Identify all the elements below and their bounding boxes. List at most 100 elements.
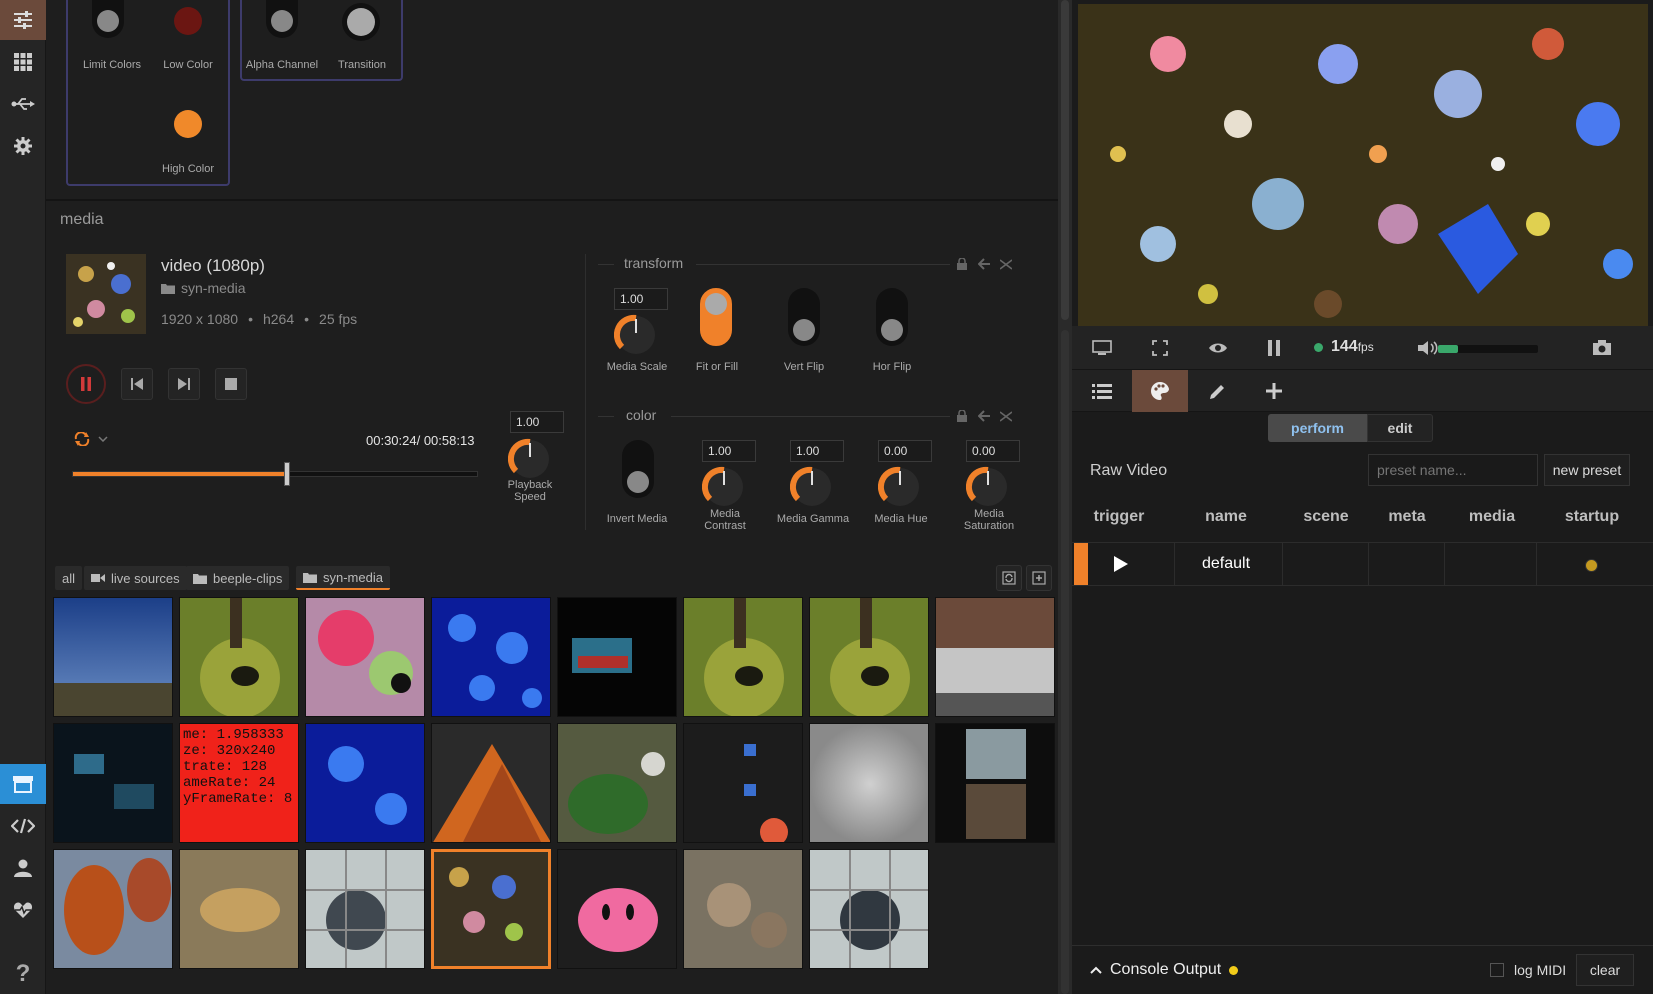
skip-forward-button[interactable]	[168, 368, 200, 400]
scrubber-handle[interactable]	[284, 462, 291, 486]
stop-button[interactable]	[215, 368, 247, 400]
shuffle-icon[interactable]	[1000, 258, 1012, 270]
vert-flip-toggle[interactable]	[788, 288, 820, 346]
media-thumbnail[interactable]	[53, 849, 173, 969]
add-media-button[interactable]	[1026, 565, 1052, 591]
contrast-knob[interactable]	[701, 465, 746, 509]
fullscreen-icon[interactable]	[1140, 332, 1180, 364]
hue-knob[interactable]	[877, 465, 922, 509]
saturation-knob[interactable]	[965, 465, 1010, 509]
usb-icon[interactable]	[0, 84, 46, 124]
media-thumbnail[interactable]	[557, 849, 677, 969]
console-toggle[interactable]: Console Output	[1090, 961, 1239, 979]
left-scrollbar[interactable]	[1058, 0, 1072, 994]
media-thumbnail[interactable]	[431, 597, 551, 717]
code-icon[interactable]	[0, 806, 46, 846]
preset-row[interactable]: default	[1072, 542, 1653, 586]
saturation-value[interactable]: 0.00	[966, 440, 1020, 462]
reset-arrow-icon[interactable]	[978, 410, 990, 422]
sliders-icon[interactable]	[0, 0, 46, 40]
hue-value[interactable]: 0.00	[878, 440, 932, 462]
media-scale-value[interactable]: 1.00	[614, 288, 668, 310]
library-tab-beeple-clips[interactable]: beeple-clips	[186, 566, 290, 590]
clear-console-button[interactable]: clear	[1576, 954, 1634, 986]
lock-icon[interactable]	[956, 410, 968, 422]
storefront-icon[interactable]	[0, 764, 46, 804]
shuffle-icon[interactable]	[1000, 410, 1012, 422]
eye-icon[interactable]	[1198, 332, 1238, 364]
invert-media-toggle[interactable]	[622, 440, 654, 498]
media-thumbnail[interactable]	[809, 723, 929, 843]
pause-button[interactable]	[66, 364, 106, 404]
camera-snapshot-icon[interactable]	[1582, 332, 1622, 364]
media-thumbnail[interactable]	[53, 723, 173, 843]
edit-tab[interactable]: edit	[1367, 414, 1433, 442]
media-thumbnail-selected[interactable]	[431, 849, 551, 969]
media-thumbnail[interactable]: me: 1.958333 ze: 320x240 trate: 128 ameRate…	[179, 723, 299, 843]
media-thumbnail[interactable]	[305, 723, 425, 843]
media-thumbnail[interactable]	[935, 723, 1055, 843]
list-icon[interactable]	[1074, 370, 1130, 412]
media-thumbnail[interactable]	[179, 849, 299, 969]
fit-or-fill-toggle[interactable]	[700, 288, 732, 346]
gamma-value[interactable]: 1.00	[790, 440, 844, 462]
library-tab-syn-media[interactable]: syn-media	[296, 566, 390, 590]
transition-toggle[interactable]	[342, 3, 380, 41]
col-media[interactable]: media	[1447, 508, 1537, 526]
col-startup[interactable]: startup	[1542, 508, 1642, 526]
media-thumbnail[interactable]	[935, 597, 1055, 717]
contrast-value[interactable]: 1.00	[702, 440, 756, 462]
perform-tab[interactable]: perform	[1268, 414, 1367, 442]
col-scene[interactable]: scene	[1286, 508, 1366, 526]
lock-icon[interactable]	[956, 258, 968, 270]
gamma-knob[interactable]	[789, 465, 834, 509]
col-meta[interactable]: meta	[1372, 508, 1442, 526]
media-thumbnail[interactable]	[305, 849, 425, 969]
limit-colors-toggle[interactable]	[92, 0, 124, 38]
skip-back-button[interactable]	[121, 368, 153, 400]
playback-speed-knob[interactable]	[507, 437, 552, 481]
playback-speed-value[interactable]: 1.00	[510, 411, 564, 433]
help-icon[interactable]: ?	[0, 954, 46, 994]
media-thumbnail[interactable]	[557, 597, 677, 717]
library-tab-live-sources[interactable]: live sources	[84, 566, 187, 590]
palette-icon[interactable]	[1132, 370, 1188, 412]
media-thumbnail[interactable]	[683, 849, 803, 969]
gear-icon[interactable]	[0, 126, 46, 166]
reset-arrow-icon[interactable]	[978, 258, 990, 270]
hor-flip-toggle[interactable]	[876, 288, 908, 346]
preset-name-input[interactable]	[1368, 454, 1538, 486]
volume-slider[interactable]	[1438, 345, 1538, 353]
media-thumbnail[interactable]	[305, 597, 425, 717]
media-thumbnail[interactable]	[683, 597, 803, 717]
media-thumbnail[interactable]	[179, 597, 299, 717]
play-preset-icon[interactable]	[1114, 556, 1128, 575]
media-scale-knob[interactable]	[613, 313, 658, 357]
media-thumbnail[interactable]	[557, 723, 677, 843]
media-thumbnail[interactable]	[683, 723, 803, 843]
heart-pulse-icon[interactable]	[0, 890, 46, 930]
refresh-library-button[interactable]	[996, 565, 1022, 591]
low-color-swatch[interactable]	[174, 7, 202, 35]
pencil-icon[interactable]	[1190, 370, 1246, 412]
user-icon[interactable]	[0, 848, 46, 888]
transform-actions	[956, 258, 1012, 270]
loop-mode-select[interactable]	[74, 432, 108, 446]
media-thumbnail[interactable]	[431, 723, 551, 843]
col-trigger[interactable]: trigger	[1076, 508, 1162, 526]
monitor-icon[interactable]	[1082, 332, 1122, 364]
media-thumbnail[interactable]	[53, 597, 173, 717]
startup-radio[interactable]	[1585, 559, 1598, 572]
pause-preview-icon[interactable]	[1254, 332, 1294, 364]
log-midi-checkbox[interactable]	[1490, 963, 1504, 977]
col-name[interactable]: name	[1176, 508, 1276, 526]
plus-icon[interactable]	[1246, 370, 1302, 412]
grid-icon[interactable]	[0, 42, 46, 82]
alpha-channel-toggle[interactable]	[266, 0, 298, 38]
media-thumbnail[interactable]	[809, 597, 929, 717]
high-color-swatch[interactable]	[174, 110, 202, 138]
playback-scrubber[interactable]	[72, 462, 478, 486]
library-tab-all[interactable]: all	[55, 566, 83, 590]
media-thumbnail[interactable]	[809, 849, 929, 969]
new-preset-button[interactable]: new preset	[1544, 454, 1630, 486]
